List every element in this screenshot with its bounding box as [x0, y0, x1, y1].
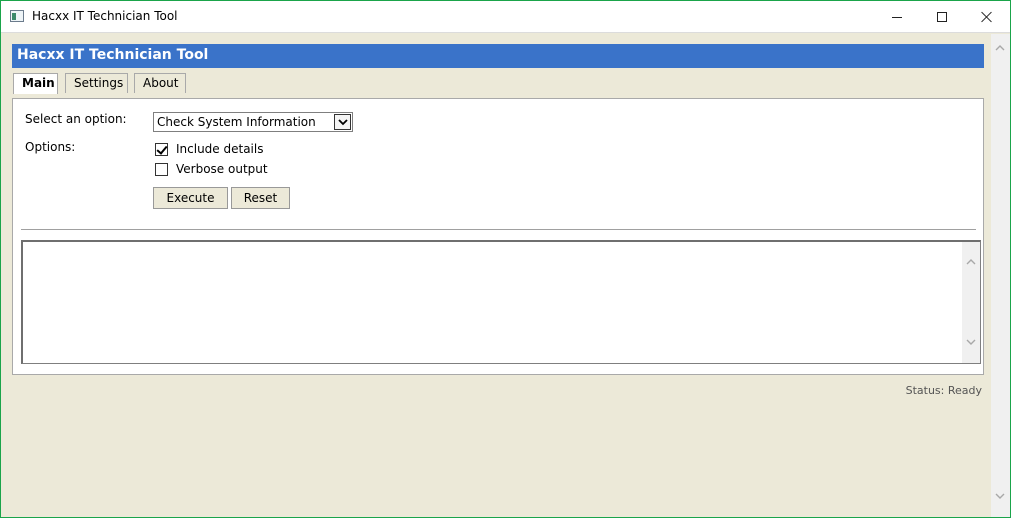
close-icon [981, 11, 993, 23]
maximize-button[interactable] [919, 1, 965, 33]
app-icon [10, 10, 24, 22]
status-text: Status: Ready [905, 384, 982, 397]
output-scrollbar[interactable] [962, 242, 980, 363]
select-option-label: Select an option: [25, 112, 127, 126]
divider [21, 229, 976, 230]
app-banner-title: Hacxx IT Technician Tool [12, 44, 984, 68]
verbose-output-checkbox[interactable] [155, 162, 168, 176]
include-details-label: Include details [176, 142, 264, 156]
tab-about[interactable]: About [134, 73, 186, 93]
chevron-down-icon [338, 119, 348, 126]
tab-settings[interactable]: Settings [65, 73, 128, 93]
app-window: Hacxx IT Technician Tool Hacxx IT Techni… [0, 0, 1011, 518]
minimize-icon [892, 17, 902, 18]
verbose-output-option[interactable]: Verbose output [155, 161, 268, 177]
options-label: Options: [25, 140, 76, 154]
window-scrollbar[interactable] [991, 34, 1010, 517]
scroll-down-icon[interactable] [966, 339, 976, 349]
include-details-option[interactable]: Include details [155, 141, 263, 157]
main-tab-panel: Select an option: Check System Informati… [12, 98, 984, 375]
window-title: Hacxx IT Technician Tool [32, 9, 178, 23]
execute-button[interactable]: Execute [153, 187, 228, 209]
dropdown-button[interactable] [334, 114, 351, 130]
option-select[interactable]: Check System Information [153, 112, 353, 132]
tab-main[interactable]: Main [13, 73, 58, 94]
option-select-value: Check System Information [157, 115, 316, 129]
scroll-up-icon[interactable] [966, 258, 976, 268]
minimize-button[interactable] [874, 1, 920, 33]
scroll-up-icon[interactable] [995, 44, 1005, 54]
scroll-down-icon[interactable] [995, 493, 1005, 503]
reset-button[interactable]: Reset [231, 187, 290, 209]
title-bar[interactable]: Hacxx IT Technician Tool [1, 1, 1010, 33]
verbose-output-label: Verbose output [176, 162, 268, 176]
include-details-checkbox[interactable] [155, 142, 168, 156]
output-textarea[interactable] [21, 240, 981, 364]
close-button[interactable] [964, 1, 1010, 33]
maximize-icon [937, 12, 947, 22]
